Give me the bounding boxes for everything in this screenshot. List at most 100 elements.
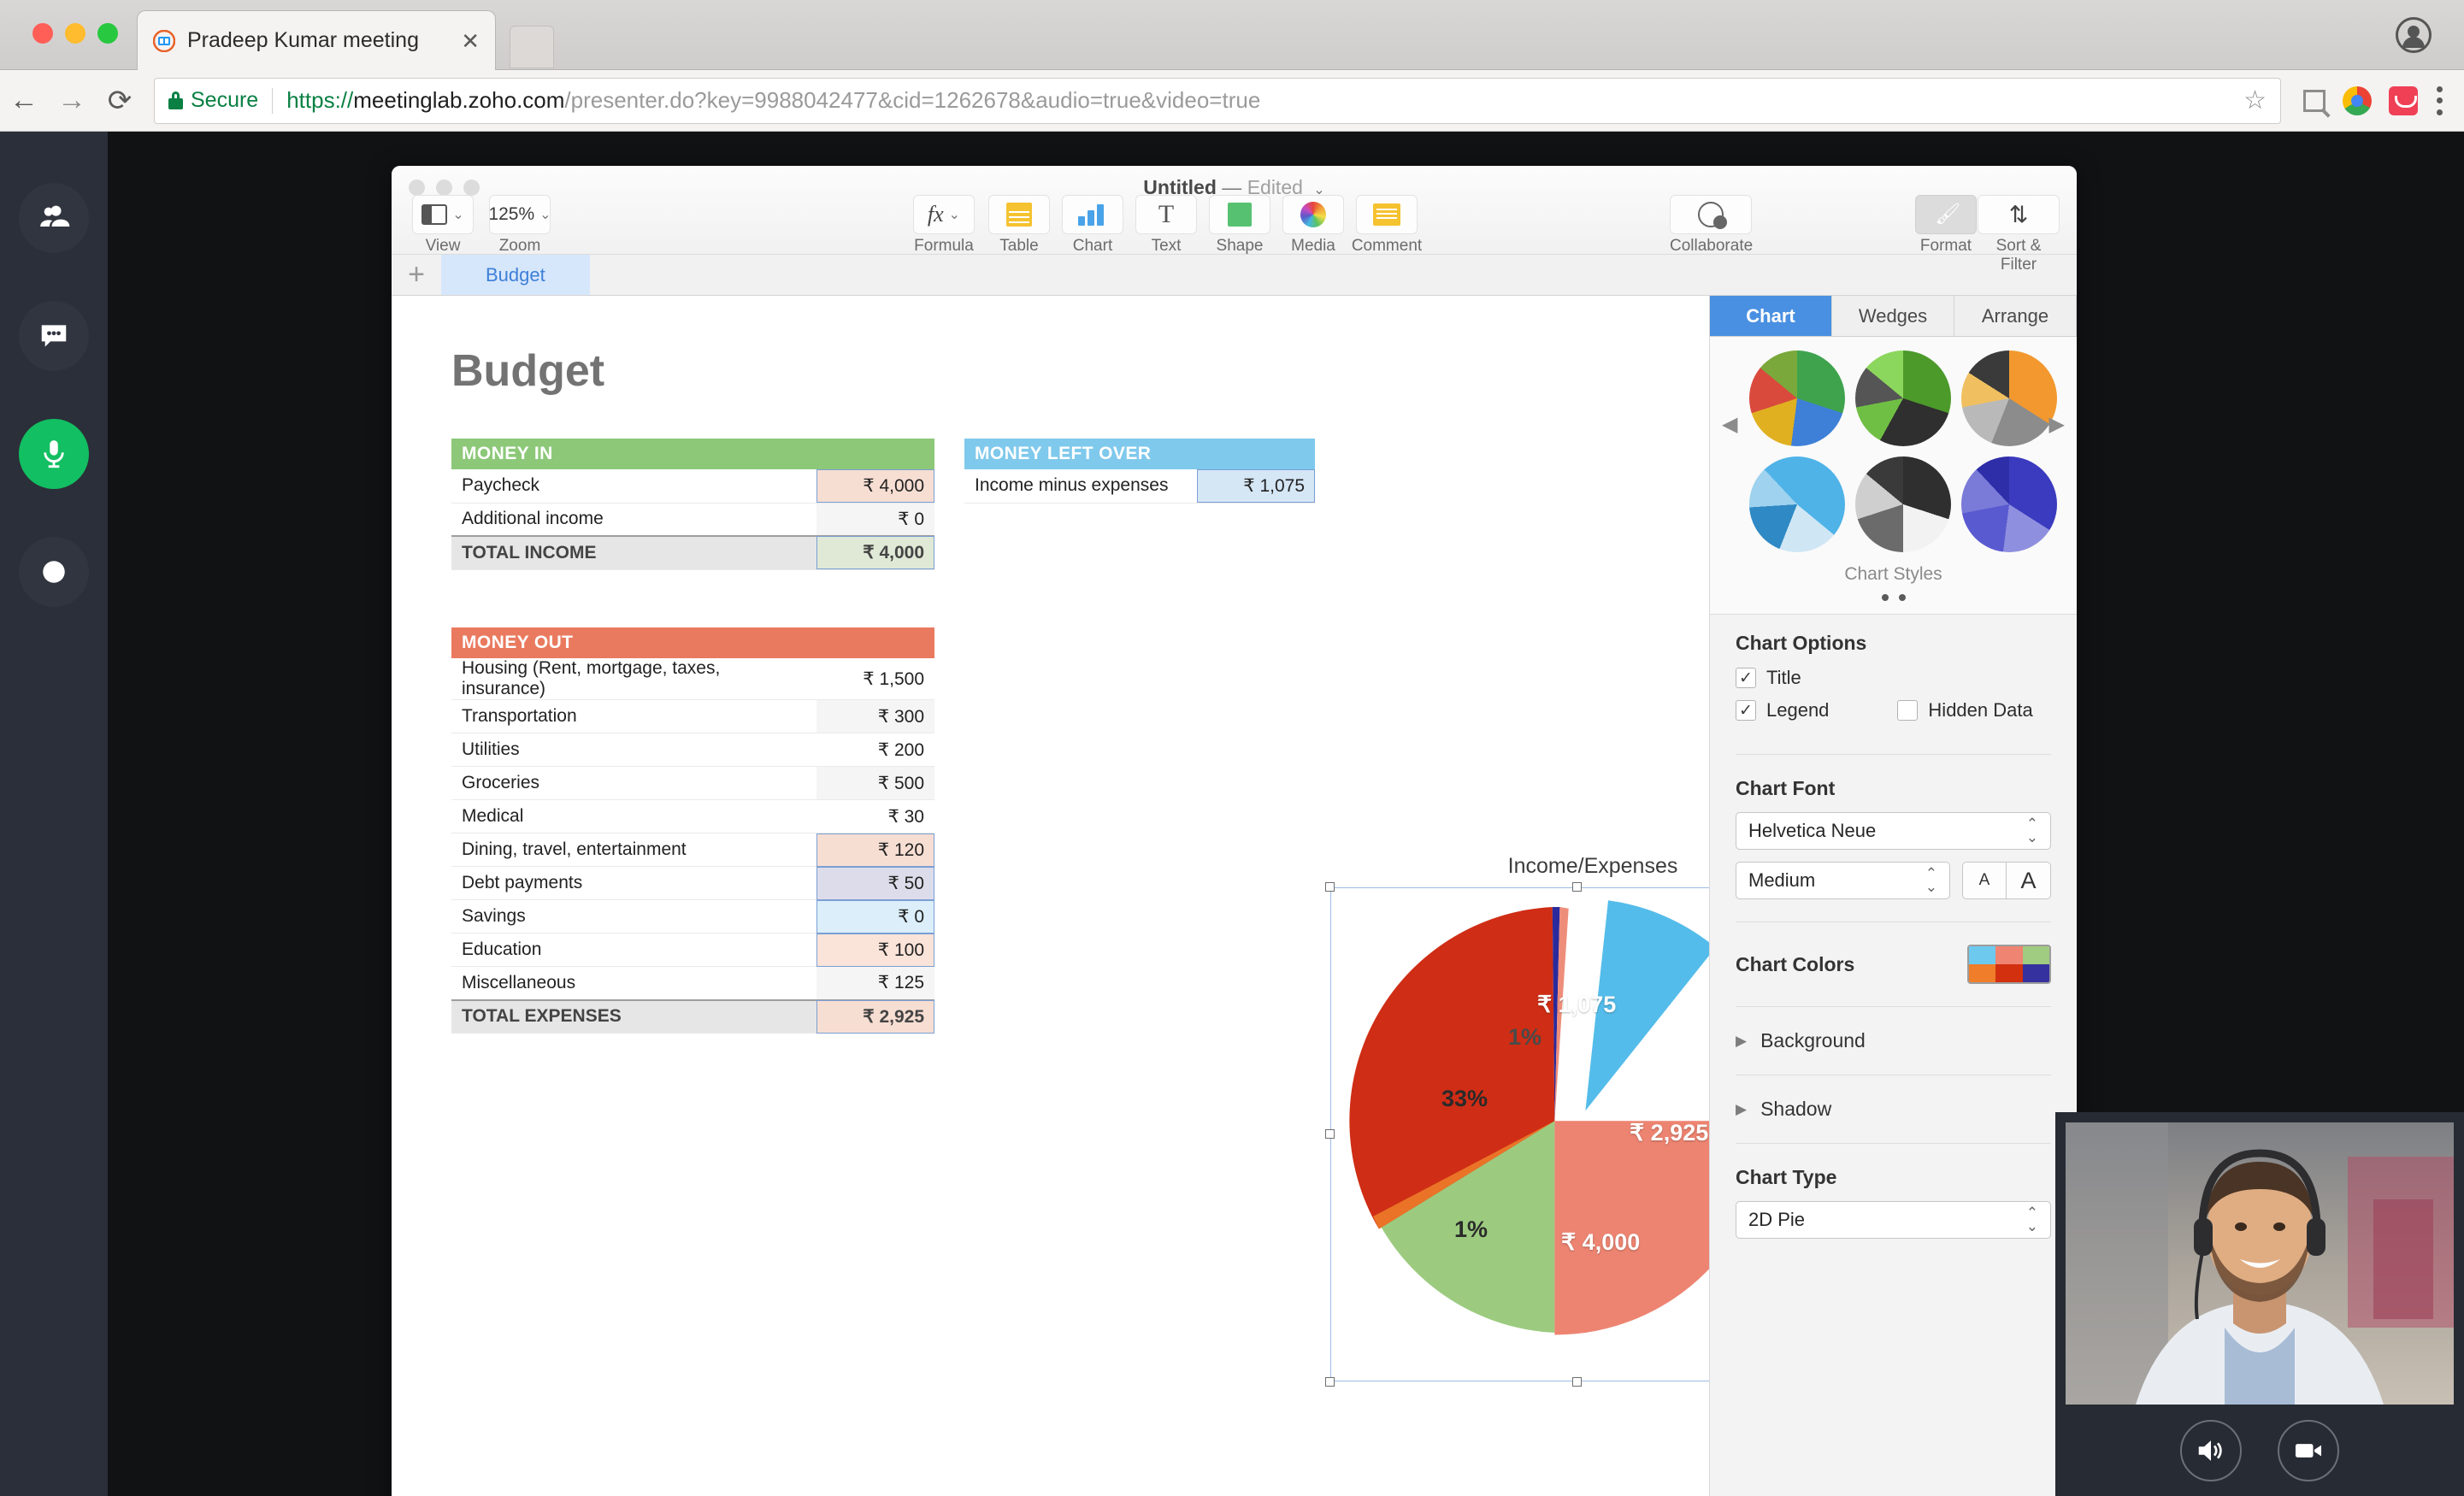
tab-arrange[interactable]: Arrange: [1954, 296, 2077, 336]
increase-font-size-button[interactable]: A: [2007, 862, 2051, 899]
row-value[interactable]: ₹ 1,500: [816, 658, 934, 700]
table-row[interactable]: Miscellaneous ₹ 125: [451, 966, 934, 1000]
shadow-section[interactable]: ▶ Shadow: [1710, 1081, 2077, 1138]
tab-chart[interactable]: Chart: [1710, 296, 1832, 336]
income-expenses-chart[interactable]: Income/Expenses ₹ 1,075 ₹ 2,925 ₹ 4,000 …: [1325, 854, 1709, 1387]
resize-handle-nw[interactable]: [1325, 882, 1335, 892]
sheet-tab-budget[interactable]: Budget: [441, 255, 590, 295]
sidebar-item-record[interactable]: [19, 537, 89, 607]
background-section[interactable]: ▶ Background: [1710, 1012, 2077, 1069]
row-value[interactable]: ₹ 4,000: [816, 469, 934, 504]
sidebar-item-participants[interactable]: [19, 183, 89, 253]
chart-style-option-1[interactable]: [1749, 350, 1845, 446]
collaborate-button[interactable]: Collaborate: [1670, 195, 1753, 256]
table-row[interactable]: Housing (Rent, mortgage, taxes, insuranc…: [451, 658, 934, 700]
row-value[interactable]: ₹ 50: [816, 866, 934, 900]
resize-handle-w[interactable]: [1325, 1129, 1335, 1139]
disclosure-triangle-icon[interactable]: ▶: [1736, 1033, 1747, 1050]
checkbox-legend[interactable]: ✓: [1736, 700, 1756, 721]
comment-button[interactable]: Comment: [1346, 195, 1428, 256]
total-value[interactable]: ₹ 4,000: [816, 535, 934, 570]
checkbox-title[interactable]: ✓: [1736, 668, 1756, 688]
table-row[interactable]: Utilities ₹ 200: [451, 733, 934, 767]
table-total-row[interactable]: TOTAL EXPENSES ₹ 2,925: [451, 998, 934, 1034]
chart-style-option-4[interactable]: [1749, 456, 1845, 552]
tab-wedges[interactable]: Wedges: [1832, 296, 1954, 336]
chart-colors-swatch[interactable]: [1967, 945, 2051, 984]
sidebar-item-microphone[interactable]: [19, 419, 89, 489]
background-disclosure[interactable]: ▶ Background: [1736, 1029, 2051, 1052]
camera-button[interactable]: [2278, 1419, 2339, 1481]
participant-video-feed[interactable]: [2066, 1122, 2454, 1405]
chrome-extension-icon[interactable]: [2343, 85, 2372, 115]
row-value[interactable]: ₹ 200: [816, 733, 934, 767]
page-zoom-icon[interactable]: [2303, 89, 2325, 112]
row-value[interactable]: ₹ 300: [816, 699, 934, 733]
resize-handle-s[interactable]: [1572, 1377, 1582, 1387]
table-row[interactable]: Transportation ₹ 300: [451, 699, 934, 733]
checkbox-hidden-data[interactable]: [1897, 700, 1919, 721]
chart-button[interactable]: Chart: [1052, 195, 1134, 256]
sidebar-item-chat[interactable]: [19, 301, 89, 371]
shadow-disclosure[interactable]: ▶ Shadow: [1736, 1098, 2051, 1121]
row-value[interactable]: ₹ 125: [816, 966, 934, 1000]
option-title[interactable]: ✓ Title: [1736, 667, 2051, 689]
row-value[interactable]: ₹ 100: [816, 933, 934, 967]
sheet-canvas[interactable]: Budget MONEY IN Paycheck ₹ 4,000 Additio…: [392, 296, 1709, 1496]
formula-button[interactable]: fx ⌄ Formula: [903, 195, 985, 256]
disclosure-triangle-icon[interactable]: ▶: [1736, 1101, 1747, 1118]
speaker-button[interactable]: [2180, 1419, 2242, 1481]
shape-button[interactable]: Shape: [1199, 195, 1281, 256]
resize-handle-sw[interactable]: [1325, 1377, 1335, 1387]
table-row[interactable]: Debt payments ₹ 50: [451, 866, 934, 900]
browser-menu-icon[interactable]: [2435, 85, 2443, 115]
total-value[interactable]: ₹ 2,925: [816, 998, 934, 1034]
chart-style-option-5[interactable]: [1855, 456, 1951, 552]
table-row[interactable]: Medical ₹ 30: [451, 799, 934, 833]
browser-tab[interactable]: Pradeep Kumar meeting ✕: [137, 10, 496, 70]
media-button[interactable]: Media: [1272, 195, 1354, 256]
zoom-button[interactable]: 125% ⌄ Zoom: [479, 195, 561, 256]
table-row[interactable]: Dining, travel, entertainment ₹ 120: [451, 833, 934, 867]
close-window-button[interactable]: [32, 23, 53, 44]
table-row[interactable]: Paycheck ₹ 4,000: [451, 469, 934, 504]
font-family-select[interactable]: Helvetica Neue ⌃ ⌄: [1736, 812, 2051, 850]
table-row[interactable]: Additional income ₹ 0: [451, 503, 934, 537]
money-out-table[interactable]: MONEY OUT Housing (Rent, mortgage, taxes…: [451, 627, 934, 1034]
row-value[interactable]: ₹ 30: [816, 799, 934, 833]
row-value[interactable]: ₹ 0: [816, 503, 934, 537]
text-button[interactable]: T Text: [1125, 195, 1207, 256]
reload-button[interactable]: ⟳: [96, 84, 144, 118]
close-tab-button[interactable]: ✕: [461, 30, 480, 52]
forward-button[interactable]: →: [48, 84, 96, 117]
font-weight-select[interactable]: Medium ⌃ ⌄: [1736, 862, 1950, 899]
row-value[interactable]: ₹ 500: [816, 766, 934, 800]
decrease-font-size-button[interactable]: A: [1962, 862, 2007, 899]
stepper-icon[interactable]: ⌃ ⌄: [2026, 1205, 2038, 1234]
stepper-icon[interactable]: ⌃ ⌄: [2026, 816, 2038, 845]
stepper-icon[interactable]: ⌃ ⌄: [1925, 866, 1937, 894]
table-row[interactable]: Savings ₹ 0: [451, 899, 934, 934]
chart-styles-pagination[interactable]: [1710, 590, 2077, 605]
table-button[interactable]: Table: [978, 195, 1060, 256]
chart-style-option-2[interactable]: [1855, 350, 1951, 446]
chart-plot-area[interactable]: ₹ 1,075 ₹ 2,925 ₹ 4,000 33% 1% 1% Income…: [1325, 882, 1709, 1387]
chevron-left-icon[interactable]: ◀: [1722, 412, 1737, 437]
browser-profile-avatar[interactable]: [2396, 17, 2432, 53]
money-in-table[interactable]: MONEY IN Paycheck ₹ 4,000 Additional inc…: [451, 439, 934, 570]
view-button[interactable]: ⌄ View: [402, 195, 484, 256]
money-left-over-table[interactable]: MONEY LEFT OVER Income minus expenses ₹ …: [964, 439, 1315, 504]
maximize-window-button[interactable]: [97, 23, 118, 44]
new-tab-button[interactable]: [510, 26, 554, 68]
bookmark-star-icon[interactable]: ☆: [2226, 85, 2267, 115]
add-sheet-button[interactable]: +: [392, 255, 441, 295]
resize-handle-n[interactable]: [1572, 882, 1582, 892]
table-row[interactable]: Income minus expenses ₹ 1,075: [964, 469, 1315, 504]
format-button[interactable]: 🖌 Format: [1905, 195, 1987, 256]
sort-filter-button[interactable]: ⇅ Sort & Filter: [1978, 195, 2060, 274]
address-bar[interactable]: Secure https://meetinglab.zoho.com/prese…: [154, 77, 2281, 124]
chart-style-option-3[interactable]: [1961, 350, 2057, 446]
minimize-window-button[interactable]: [65, 23, 85, 44]
row-value[interactable]: ₹ 0: [816, 899, 934, 934]
row-value[interactable]: ₹ 120: [816, 833, 934, 867]
